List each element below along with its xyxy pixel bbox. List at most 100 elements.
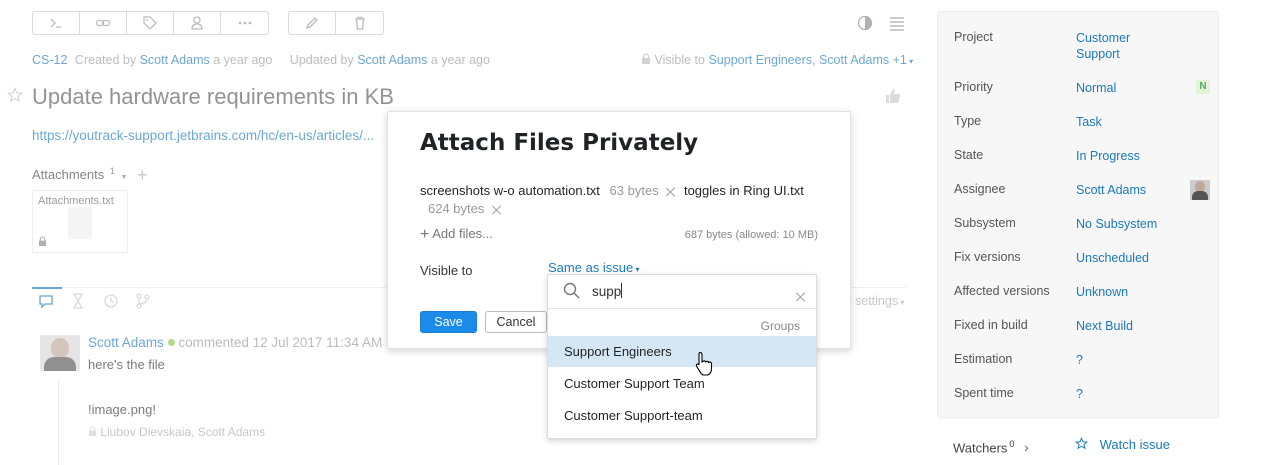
thumbs-up-icon[interactable] <box>884 87 902 105</box>
field-value[interactable]: Task <box>1076 114 1186 130</box>
cancel-button[interactable]: Cancel <box>485 311 547 333</box>
contrast-icon[interactable] <box>857 15 873 31</box>
updated-prefix: Updated by <box>289 53 354 67</box>
list-icon[interactable] <box>889 15 905 31</box>
command-icon <box>50 18 61 28</box>
field-name: Estimation <box>954 352 1013 366</box>
issue-id[interactable]: CS-12 <box>32 53 67 67</box>
more-button[interactable] <box>221 12 268 34</box>
field-value[interactable]: Customer Support <box>1076 30 1138 62</box>
file-name: toggles in Ring UI.txt <box>683 183 804 198</box>
dropdown-search-input[interactable]: supp <box>592 283 623 299</box>
history-tab-icon[interactable] <box>103 293 119 309</box>
field-name: Fix versions <box>954 250 1021 264</box>
field-value[interactable]: Normal <box>1076 80 1186 96</box>
issue-title: Update hardware requirements in KB <box>32 84 394 109</box>
assign-button[interactable] <box>174 12 221 34</box>
visibility-select[interactable]: Same as issue ▾ <box>548 260 640 275</box>
edit-button[interactable] <box>289 12 336 34</box>
lock-icon <box>88 426 97 436</box>
delete-icon <box>354 16 365 30</box>
attachment-file-name: Attachments.txt <box>38 195 114 207</box>
vcs-tab-icon[interactable] <box>135 293 151 309</box>
dropdown-option[interactable]: Customer Support-team <box>548 400 816 431</box>
issue-visibility[interactable]: Visible to Support Engineers, Scott Adam… <box>641 53 913 67</box>
field-value[interactable]: No Subsystem <box>1076 216 1186 232</box>
add-files-button[interactable]: + Add files... <box>420 226 493 244</box>
plus-icon: + <box>420 226 430 243</box>
comments-tab-icon[interactable] <box>38 293 54 309</box>
watchers-toggle[interactable]: Watchers 0 › <box>953 439 1029 455</box>
attachment-tile[interactable]: Attachments.txt <box>32 190 128 253</box>
field-value[interactable]: Scott Adams <box>1076 182 1186 198</box>
chevron-down-icon: ▾ <box>906 57 914 66</box>
search-icon <box>563 282 580 299</box>
comment-visibility-text: Liubov Dievskaia, Scott Adams <box>100 425 266 439</box>
avatar-face <box>51 338 69 358</box>
file-size: 63 bytes <box>609 183 659 198</box>
online-status-icon <box>167 339 175 346</box>
comment-text: here's the file <box>88 357 165 372</box>
active-tab-indicator <box>32 287 62 289</box>
description-link[interactable]: https://youtrack-support.jetbrains.com/h… <box>32 128 387 143</box>
field-value[interactable]: ? <box>1076 386 1186 402</box>
plus-icon[interactable]: + <box>137 165 148 185</box>
save-button[interactable]: Save <box>420 311 477 333</box>
edit-icon <box>305 17 318 30</box>
chevron-down-icon: ▾ <box>898 298 905 307</box>
dropdown-option[interactable]: Customer Support Team <box>548 368 816 399</box>
field-value[interactable]: In Progress <box>1076 148 1186 164</box>
tag-icon <box>143 16 157 30</box>
issue-meta: CS-12 Created by Scott Adams a year ago … <box>32 53 490 67</box>
watch-issue-label: Watch issue <box>1099 437 1170 452</box>
field-value[interactable]: Unscheduled <box>1076 250 1186 266</box>
search-divider <box>548 308 816 309</box>
comment-action: commented 12 Jul 2017 11:34 AM <box>178 335 383 350</box>
clear-icon[interactable] <box>796 292 806 302</box>
updated-by-link[interactable]: Scott Adams <box>357 53 427 67</box>
command-button[interactable] <box>33 12 80 34</box>
dialog-title: Attach Files Privately <box>420 130 699 156</box>
field-name: Affected versions <box>954 284 1050 298</box>
created-prefix: Created by <box>74 53 137 67</box>
chevron-down-icon: ▾ <box>633 265 640 274</box>
delete-button[interactable] <box>336 12 383 34</box>
priority-badge: N <box>1196 80 1210 94</box>
visible-to-value[interactable]: Support Engineers, Scott Adams +1 <box>708 53 906 67</box>
more-icon <box>238 21 251 25</box>
chevron-down-icon[interactable]: ▼ <box>121 174 128 181</box>
add-files-label: Add files... <box>432 226 493 241</box>
star-icon[interactable] <box>7 87 23 103</box>
created-by-link[interactable]: Scott Adams <box>140 53 210 67</box>
dropdown-option[interactable]: Support Engineers <box>548 336 816 367</box>
avatar-body <box>44 357 76 371</box>
activity-settings[interactable]: settings ▾ <box>855 294 904 308</box>
comment-author-link[interactable]: Scott Adams <box>88 335 164 350</box>
attachments-header: Attachments 1 ▼ + <box>32 165 148 186</box>
remove-file-icon[interactable] <box>666 187 676 197</box>
visible-to-label: Visible to <box>420 263 473 278</box>
field-value[interactable]: ? <box>1076 352 1186 368</box>
link-icon <box>95 19 111 27</box>
watchers-count: 0 <box>1009 439 1015 449</box>
created-ago: a year ago <box>213 53 273 67</box>
comment-image-markup: !image.png! <box>88 402 156 417</box>
pointer-cursor-icon <box>695 351 713 376</box>
text-cursor <box>621 283 623 298</box>
comment-thread-line <box>58 380 59 465</box>
remove-file-icon[interactable] <box>492 205 502 215</box>
groups-section-label: Groups <box>760 319 800 333</box>
avatar[interactable] <box>40 335 80 371</box>
field-name: Spent time <box>954 386 1014 400</box>
tag-button[interactable] <box>127 12 174 34</box>
search-query: supp <box>592 284 622 299</box>
avatar-body <box>1192 191 1208 200</box>
field-name: Assignee <box>954 182 1006 196</box>
watch-issue-button[interactable]: Watch issue <box>1074 436 1170 452</box>
field-value[interactable]: Next Build <box>1076 318 1186 334</box>
hourglass-tab-icon[interactable] <box>71 293 85 309</box>
assignee-avatar[interactable] <box>1190 180 1210 200</box>
link-button[interactable] <box>80 12 127 34</box>
lock-icon <box>38 236 47 246</box>
field-value[interactable]: Unknown <box>1076 284 1186 300</box>
